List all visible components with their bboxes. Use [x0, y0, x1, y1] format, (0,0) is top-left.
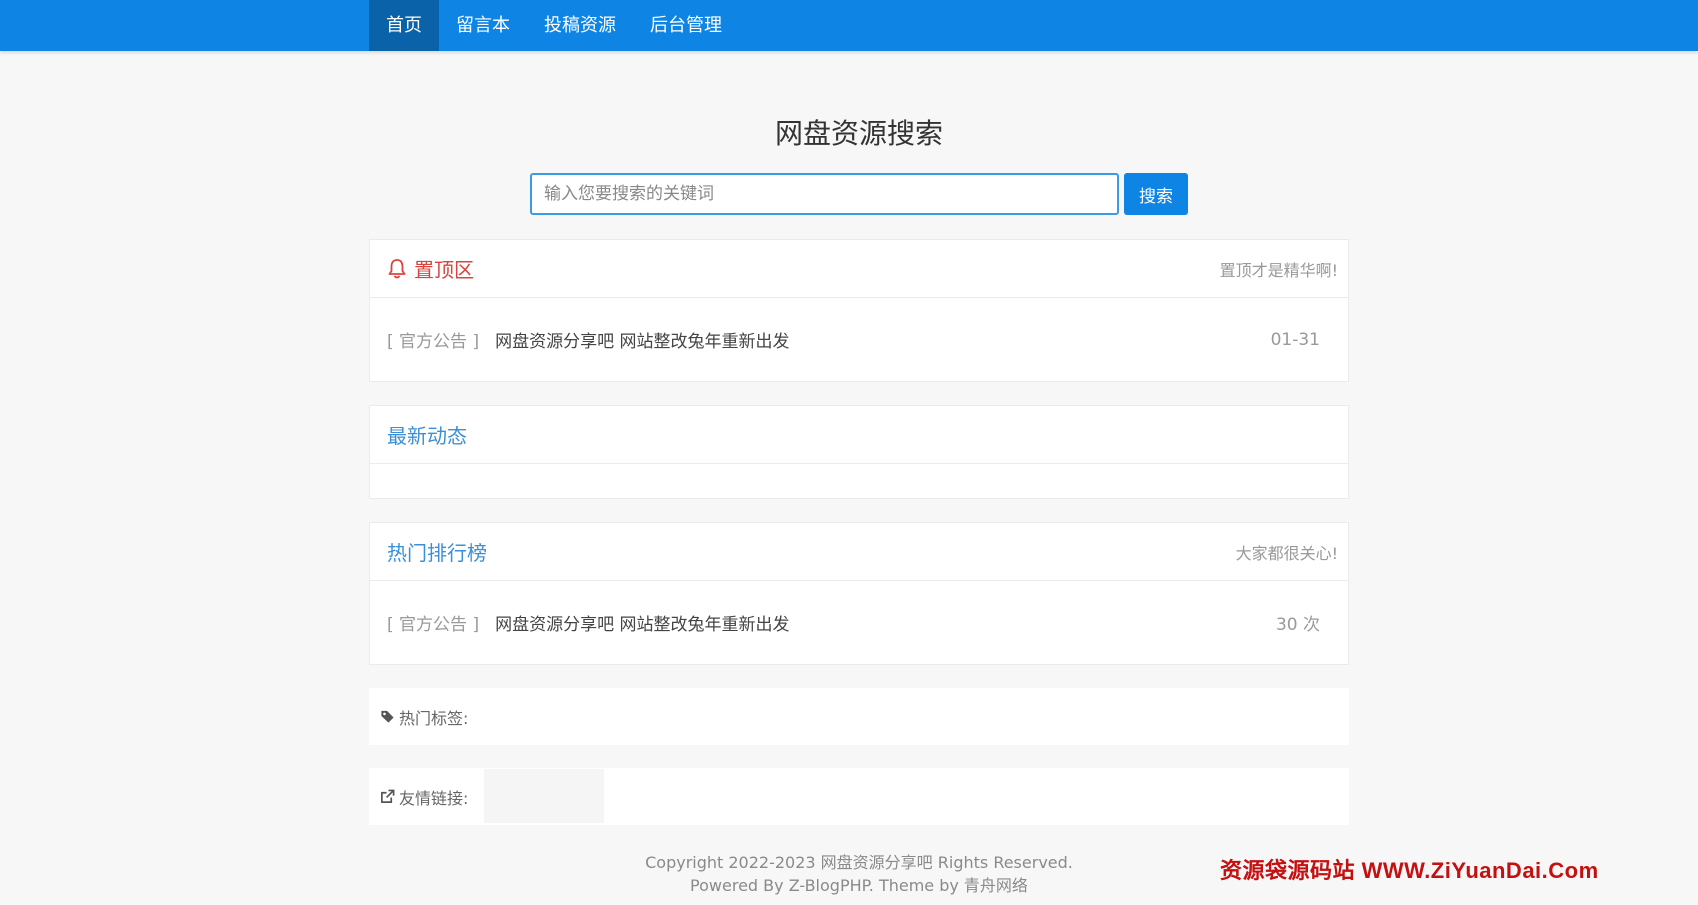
pinned-title-text: 置顶区 — [414, 258, 474, 282]
tag-icon — [381, 710, 394, 723]
item-title-link[interactable]: 网盘资源分享吧 网站整改兔年重新出发 — [495, 327, 1271, 352]
hot-tags-bar: 热门标签: — [369, 688, 1349, 745]
pinned-panel-title: 置顶区 — [387, 254, 474, 283]
nav-item-admin[interactable]: 后台管理 — [633, 0, 739, 51]
nav-item-guestbook[interactable]: 留言本 — [439, 0, 527, 51]
hot-panel-header: 热门排行榜 大家都很关心! — [370, 523, 1348, 581]
item-date: 01-31 — [1270, 329, 1320, 350]
latest-panel-body — [370, 464, 1348, 498]
item-category[interactable]: [ 官方公告 ] — [387, 327, 479, 352]
nav-item-home[interactable]: 首页 — [369, 0, 439, 51]
latest-panel-header: 最新动态 — [370, 406, 1348, 464]
search-button[interactable]: 搜索 — [1124, 173, 1188, 215]
hot-panel-title: 热门排行榜 — [387, 541, 487, 565]
bell-icon — [388, 258, 406, 278]
hot-subtitle: 大家都很关心! — [1235, 543, 1338, 563]
main-nav: 首页 留言本 投稿资源 后台管理 — [369, 0, 739, 51]
search-title: 网盘资源搜索 — [774, 117, 943, 150]
top-navbar: 首页 留言本 投稿资源 后台管理 — [0, 0, 1698, 51]
pinned-panel-header: 置顶区 置顶才是精华啊! — [370, 240, 1348, 298]
list-item: [ 官方公告 ] 网盘资源分享吧 网站整改兔年重新出发 01-31 — [370, 298, 1348, 381]
pinned-subtitle: 置顶才是精华啊! — [1219, 260, 1338, 280]
watermark: 资源袋源码站 WWW.ZiYuanDai.Com — [1220, 858, 1599, 883]
item-title-link[interactable]: 网盘资源分享吧 网站整改兔年重新出发 — [495, 610, 1276, 635]
item-category[interactable]: [ 官方公告 ] — [387, 610, 479, 635]
search-input[interactable] — [530, 173, 1119, 215]
friend-links-label: 友情链接: — [399, 788, 469, 808]
latest-panel: 最新动态 — [369, 405, 1349, 499]
nav-item-submit-resource[interactable]: 投稿资源 — [527, 0, 633, 51]
hot-tags-label: 热门标签: — [399, 708, 469, 728]
latest-panel-title: 最新动态 — [387, 424, 467, 448]
hot-panel: 热门排行榜 大家都很关心! [ 官方公告 ] 网盘资源分享吧 网站整改兔年重新出… — [369, 522, 1349, 665]
item-views: 30 次 — [1275, 615, 1320, 635]
list-item: [ 官方公告 ] 网盘资源分享吧 网站整改兔年重新出发 30 次 — [370, 581, 1348, 664]
external-link-icon — [381, 789, 395, 803]
friend-links-list — [484, 769, 604, 823]
pinned-panel: 置顶区 置顶才是精华啊! [ 官方公告 ] 网盘资源分享吧 网站整改兔年重新出发… — [369, 239, 1349, 382]
